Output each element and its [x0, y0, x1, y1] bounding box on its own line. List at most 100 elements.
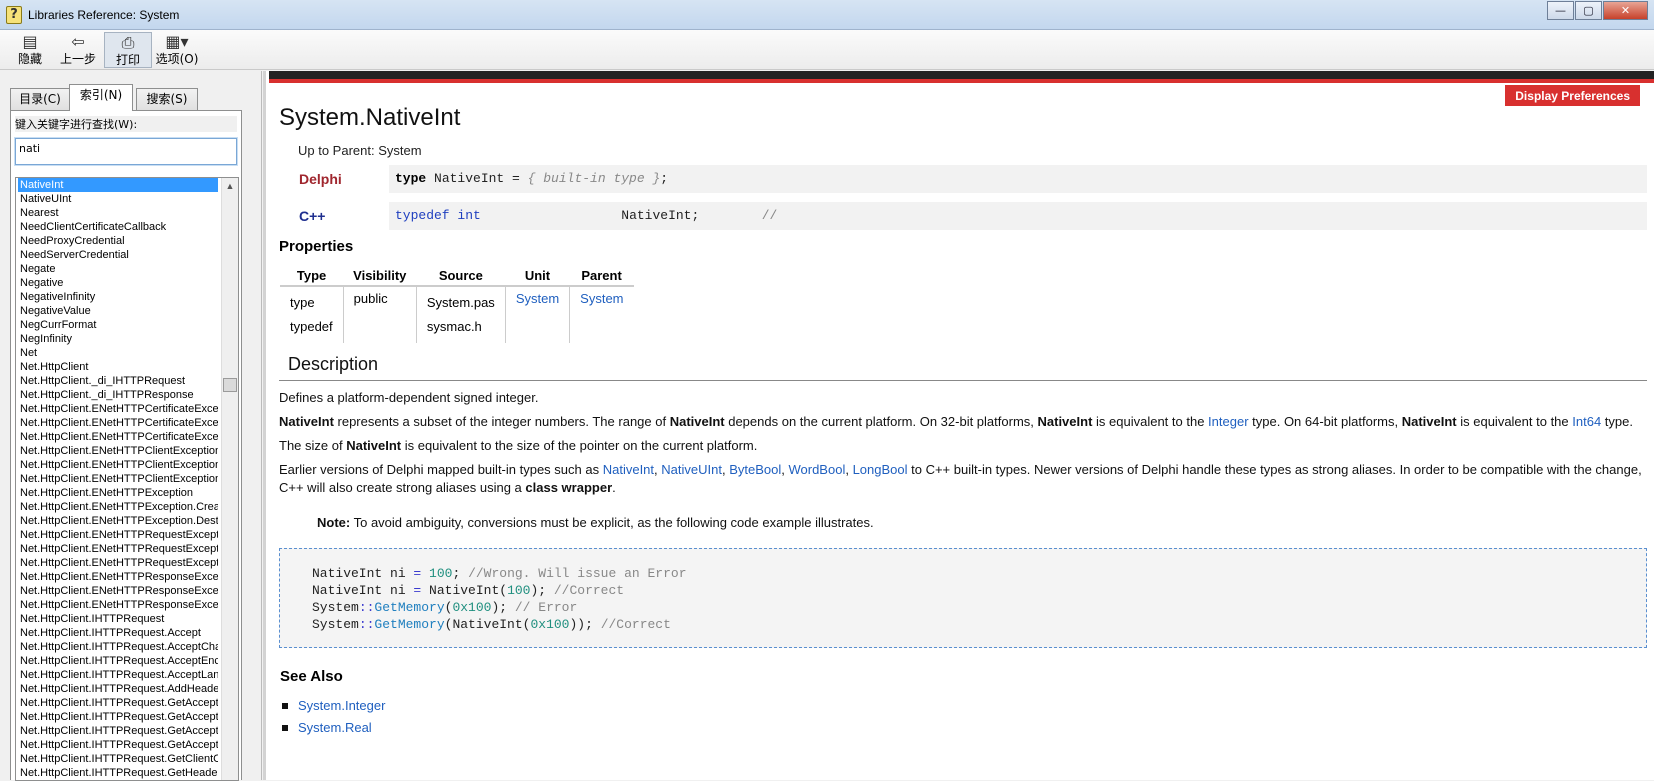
properties-heading: Properties — [279, 238, 354, 255]
code-token: NativeInt( — [421, 583, 508, 598]
index-list-item[interactable]: Net.HttpClient.ENetHTTPException.Create — [18, 500, 218, 514]
header-bar — [269, 71, 1654, 79]
pane-splitter[interactable] — [250, 71, 262, 780]
see-also-link-real[interactable]: System.Real — [298, 720, 372, 735]
print-button[interactable]: ⎙ 打印 — [104, 32, 152, 68]
nativeint-link[interactable]: NativeInt — [603, 462, 654, 477]
minimize-button[interactable]: — — [1547, 1, 1574, 20]
index-list-item[interactable]: Nearest — [18, 206, 218, 220]
index-list-item[interactable]: Net.HttpClient.ENetHTTPCertificateExcept… — [18, 430, 218, 444]
index-list-item[interactable]: NeedServerCredential — [18, 248, 218, 262]
index-list-item[interactable]: Net.HttpClient.ENetHTTPException — [18, 486, 218, 500]
index-list-item[interactable]: Net.HttpClient.ENetHTTPResponseExceptio — [18, 584, 218, 598]
code-token: ); — [530, 583, 554, 598]
options-button[interactable]: ▦▾ 选项(O) — [154, 32, 200, 68]
text-run: is equivalent to the — [1456, 414, 1573, 429]
tab-contents[interactable]: 目录(C) — [10, 88, 70, 110]
note-text: To avoid ambiguity, conversions must be … — [350, 515, 874, 530]
index-list-item[interactable]: Net.HttpClient.IHTTPRequest.GetHeaders — [18, 766, 218, 780]
index-list-item[interactable]: Net.HttpClient.ENetHTTPRequestException — [18, 556, 218, 570]
index-list-item[interactable]: Net.HttpClient.ENetHTTPClientException.D… — [18, 472, 218, 486]
index-list-item[interactable]: Net.HttpClient.ENetHTTPClientException — [18, 444, 218, 458]
bold-term: NativeInt — [346, 438, 402, 453]
options-label: 选项(O) — [155, 52, 199, 66]
col-parent: Parent — [569, 264, 634, 287]
index-list-item[interactable]: Net.HttpClient.ENetHTTPRequestException — [18, 528, 218, 542]
index-list-item[interactable]: Net.HttpClient.IHTTPRequest.GetAcceptLa — [18, 738, 218, 752]
hide-button[interactable]: ▤ 隐藏 — [10, 32, 50, 68]
integer-link[interactable]: Integer — [1208, 414, 1248, 429]
index-list-item[interactable]: Net.HttpClient.ENetHTTPRequestException — [18, 542, 218, 556]
longbool-link[interactable]: LongBool — [853, 462, 908, 477]
index-list-item[interactable]: NegInfinity — [18, 332, 218, 346]
paragraph-2: NativeInt represents a subset of the int… — [279, 413, 1647, 431]
delphi-comment: { built-in type } — [527, 171, 661, 186]
index-list-item[interactable]: NeedProxyCredential — [18, 234, 218, 248]
index-list-item[interactable]: Negate — [18, 262, 218, 276]
code-token: ; — [452, 566, 469, 581]
index-list-item[interactable]: NeedClientCertificateCallback — [18, 220, 218, 234]
index-list-item[interactable]: Net.HttpClient.IHTTPRequest — [18, 612, 218, 626]
index-list-item[interactable]: Net.HttpClient.ENetHTTPCertificateExcept… — [18, 402, 218, 416]
up-to-parent-link[interactable]: Up to Parent: System — [298, 143, 422, 158]
tab-index[interactable]: 索引(N) — [69, 84, 133, 111]
note-label: Note: — [317, 515, 351, 530]
bytebool-link[interactable]: ByteBool — [729, 462, 781, 477]
back-button[interactable]: ⇦ 上一步 — [56, 32, 100, 68]
see-also-link-integer[interactable]: System.Integer — [298, 698, 385, 713]
index-list[interactable]: NativeInt NativeUInt Nearest NeedClientCert… — [15, 177, 239, 781]
index-list-item[interactable]: Net.HttpClient._di_IHTTPResponse — [18, 388, 218, 402]
bold-term: NativeInt — [1037, 414, 1093, 429]
index-list-item[interactable]: Net.HttpClient.IHTTPRequest.AddHeader — [18, 682, 218, 696]
keyword-input[interactable]: nati — [14, 137, 238, 166]
index-list-item[interactable]: NativeUInt — [18, 192, 218, 206]
display-preferences-button[interactable]: Display Preferences — [1505, 85, 1640, 106]
index-list-item[interactable]: Net.HttpClient.IHTTPRequest.AcceptEncod — [18, 654, 218, 668]
unit-cell: System — [505, 286, 571, 343]
col-type: Type — [280, 264, 344, 287]
index-list-item[interactable]: NegativeValue — [18, 304, 218, 318]
text-run: . — [612, 480, 616, 495]
index-list-item[interactable]: Net.HttpClient.IHTTPRequest.GetAcceptEn — [18, 724, 218, 738]
code-example: NativeInt ni = 100; //Wrong. Will issue … — [279, 548, 1647, 648]
index-list-item[interactable]: NegativeInfinity — [18, 290, 218, 304]
topic-content: Display Preferences System. NativeInt Up … — [263, 71, 1654, 780]
int64-link[interactable]: Int64 — [1572, 414, 1601, 429]
index-list-item[interactable]: Net.HttpClient.IHTTPRequest.AcceptCharS — [18, 640, 218, 654]
index-list-item[interactable]: NativeInt — [18, 178, 218, 192]
scroll-thumb[interactable] — [223, 378, 237, 392]
wordbool-link[interactable]: WordBool — [788, 462, 845, 477]
nativeuint-link[interactable]: NativeUInt — [661, 462, 722, 477]
tab-search[interactable]: 搜索(S) — [136, 88, 198, 110]
keyword-label: 键入关键字进行查找(W): — [15, 116, 237, 132]
index-list-item[interactable]: Net.HttpClient.ENetHTTPCertificateExcept… — [18, 416, 218, 430]
index-list-item[interactable]: Net.HttpClient.ENetHTTPClientException.C… — [18, 458, 218, 472]
index-items: NativeInt NativeUInt Nearest NeedClientCert… — [16, 178, 218, 780]
index-list-item[interactable]: Negative — [18, 276, 218, 290]
parent-link[interactable]: System — [580, 291, 623, 306]
index-list-item[interactable]: Net — [18, 346, 218, 360]
index-list-item[interactable]: Net.HttpClient.ENetHTTPResponseExceptio — [18, 598, 218, 612]
index-list-item[interactable]: Net.HttpClient.IHTTPRequest.AcceptLangu — [18, 668, 218, 682]
delphi-end: ; — [660, 171, 669, 186]
index-list-item[interactable]: Net.HttpClient.IHTTPRequest.Accept — [18, 626, 218, 640]
index-list-item[interactable]: Net.HttpClient — [18, 360, 218, 374]
code-comment: //Correct — [600, 617, 671, 632]
index-list-item[interactable]: Net.HttpClient.ENetHTTPException.Destroy — [18, 514, 218, 528]
text-run: is equivalent to the — [1092, 414, 1209, 429]
window-controls: — ▢ ✕ — [1546, 1, 1648, 20]
index-scrollbar[interactable]: ▲ — [221, 178, 238, 780]
index-list-item[interactable]: Net.HttpClient.ENetHTTPResponseExceptio — [18, 570, 218, 584]
index-list-item[interactable]: NegCurrFormat — [18, 318, 218, 332]
index-list-item[interactable]: Net.HttpClient._di_IHTTPRequest — [18, 374, 218, 388]
unit-link[interactable]: System — [516, 291, 559, 306]
maximize-button[interactable]: ▢ — [1575, 1, 1602, 20]
index-list-item[interactable]: Net.HttpClient.IHTTPRequest.GetAccept — [18, 696, 218, 710]
index-list-item[interactable]: Net.HttpClient.IHTTPRequest.GetAcceptCh — [18, 710, 218, 724]
toolbar: ▤ 隐藏 ⇦ 上一步 ⎙ 打印 ▦▾ 选项(O) — [0, 30, 1654, 70]
close-button[interactable]: ✕ — [1603, 1, 1648, 20]
scroll-up-icon[interactable]: ▲ — [222, 178, 238, 195]
list-item: System.Real — [280, 717, 385, 739]
index-list-item[interactable]: Net.HttpClient.IHTTPRequest.GetClientCer… — [18, 752, 218, 766]
text-run: type. — [1601, 414, 1633, 429]
